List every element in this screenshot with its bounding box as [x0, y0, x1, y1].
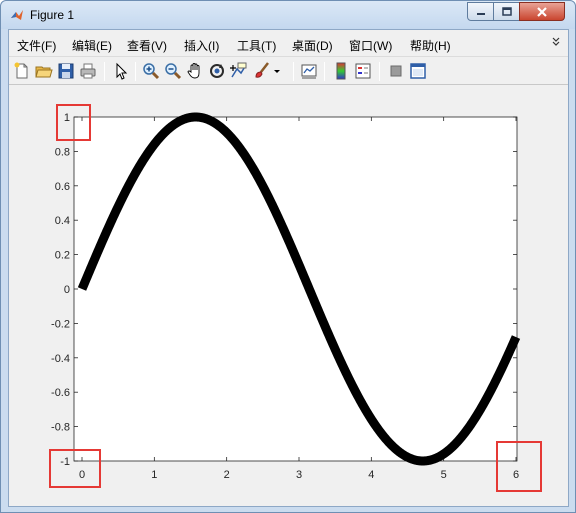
- maximize-button[interactable]: [493, 2, 520, 21]
- menu-window[interactable]: 窗口(W): [349, 37, 392, 54]
- print-icon[interactable]: [78, 61, 98, 81]
- matlab-logo-icon: [11, 10, 23, 20]
- xtick-label: 5: [441, 469, 447, 481]
- window-title: Figure 1: [30, 8, 75, 22]
- zoom-in-icon[interactable]: [141, 61, 161, 81]
- pan-hand-icon[interactable]: [185, 61, 205, 81]
- insert-colorbar-icon[interactable]: [331, 61, 351, 81]
- menu-tools[interactable]: 工具(T): [237, 37, 276, 54]
- toolbar-separator: [324, 62, 325, 81]
- xtick-label: 4: [368, 469, 374, 481]
- edit-plot-arrow-icon[interactable]: [111, 61, 131, 81]
- menu-bar: 文件(F) 编辑(E) 查看(V) 插入(I) 工具(T) 桌面(D) 窗口(W…: [9, 30, 568, 57]
- open-file-icon[interactable]: [34, 61, 54, 81]
- toolbar-separator: [293, 62, 294, 81]
- maximize-icon: [501, 7, 512, 16]
- toolbar-separator: [104, 62, 105, 81]
- xtick-label: 1: [151, 469, 157, 481]
- ytick-label: 0.2: [55, 250, 70, 262]
- ytick-label: -0.4: [51, 353, 70, 365]
- ytick-label: 0.4: [55, 215, 70, 227]
- link-plot-icon[interactable]: [299, 61, 319, 81]
- close-button[interactable]: [519, 2, 565, 21]
- title-bar[interactable]: Figure 1: [1, 1, 575, 29]
- figure-canvas: 1 0.8 0.6 0.4 0.2 0 -0.2 -0.4 -0.6 -0.8 -1 0123456: [9, 86, 568, 506]
- toolbar-separator: [135, 62, 136, 81]
- chevron-double-icon[interactable]: [552, 37, 560, 47]
- menu-help[interactable]: 帮助(H): [410, 37, 451, 54]
- ytick-label: 0.6: [55, 181, 70, 193]
- hide-plot-tools-icon[interactable]: [386, 61, 406, 81]
- axes-plot[interactable]: 10.80.60.40.20-0.2-0.4-0.6-0.8-1 0123456: [9, 86, 568, 506]
- figure-toolbar: [9, 58, 568, 85]
- ytick-label: -0.6: [51, 387, 70, 399]
- menu-view[interactable]: 查看(V): [127, 37, 167, 54]
- brush-dropdown-icon[interactable]: [272, 61, 282, 81]
- toolbar-separator: [379, 62, 380, 81]
- rotate-3d-icon[interactable]: [207, 61, 227, 81]
- ytick-label: -0.2: [51, 318, 70, 330]
- figure-window: Figure 1 文件(F) 编辑(E) 查看(V) 插入(I) 工具(T) 桌…: [0, 0, 576, 513]
- highlight-ytick-min: [49, 449, 101, 488]
- minimize-icon: [476, 12, 485, 15]
- xtick-label: 2: [224, 469, 230, 481]
- ytick-label: 0.8: [55, 146, 70, 158]
- ytick-label: 0: [64, 284, 70, 296]
- menu-desktop[interactable]: 桌面(D): [292, 37, 333, 54]
- xtick-label: 3: [296, 469, 302, 481]
- figure-client-area: 文件(F) 编辑(E) 查看(V) 插入(I) 工具(T) 桌面(D) 窗口(W…: [8, 29, 569, 507]
- highlight-ytick-max: [56, 104, 91, 141]
- brush-icon[interactable]: [252, 61, 272, 81]
- menu-file[interactable]: 文件(F): [17, 37, 56, 54]
- data-cursor-icon[interactable]: [229, 61, 249, 81]
- minimize-button[interactable]: [467, 2, 494, 21]
- close-icon: [537, 6, 547, 17]
- zoom-out-icon[interactable]: [163, 61, 183, 81]
- highlight-xtick-max: [496, 441, 542, 492]
- save-icon[interactable]: [56, 61, 76, 81]
- menu-insert[interactable]: 插入(I): [184, 37, 219, 54]
- show-plot-tools-icon[interactable]: [408, 61, 428, 81]
- menu-edit[interactable]: 编辑(E): [72, 37, 112, 54]
- new-figure-icon[interactable]: [12, 61, 32, 81]
- ytick-label: -0.8: [51, 422, 70, 434]
- insert-legend-icon[interactable]: [353, 61, 373, 81]
